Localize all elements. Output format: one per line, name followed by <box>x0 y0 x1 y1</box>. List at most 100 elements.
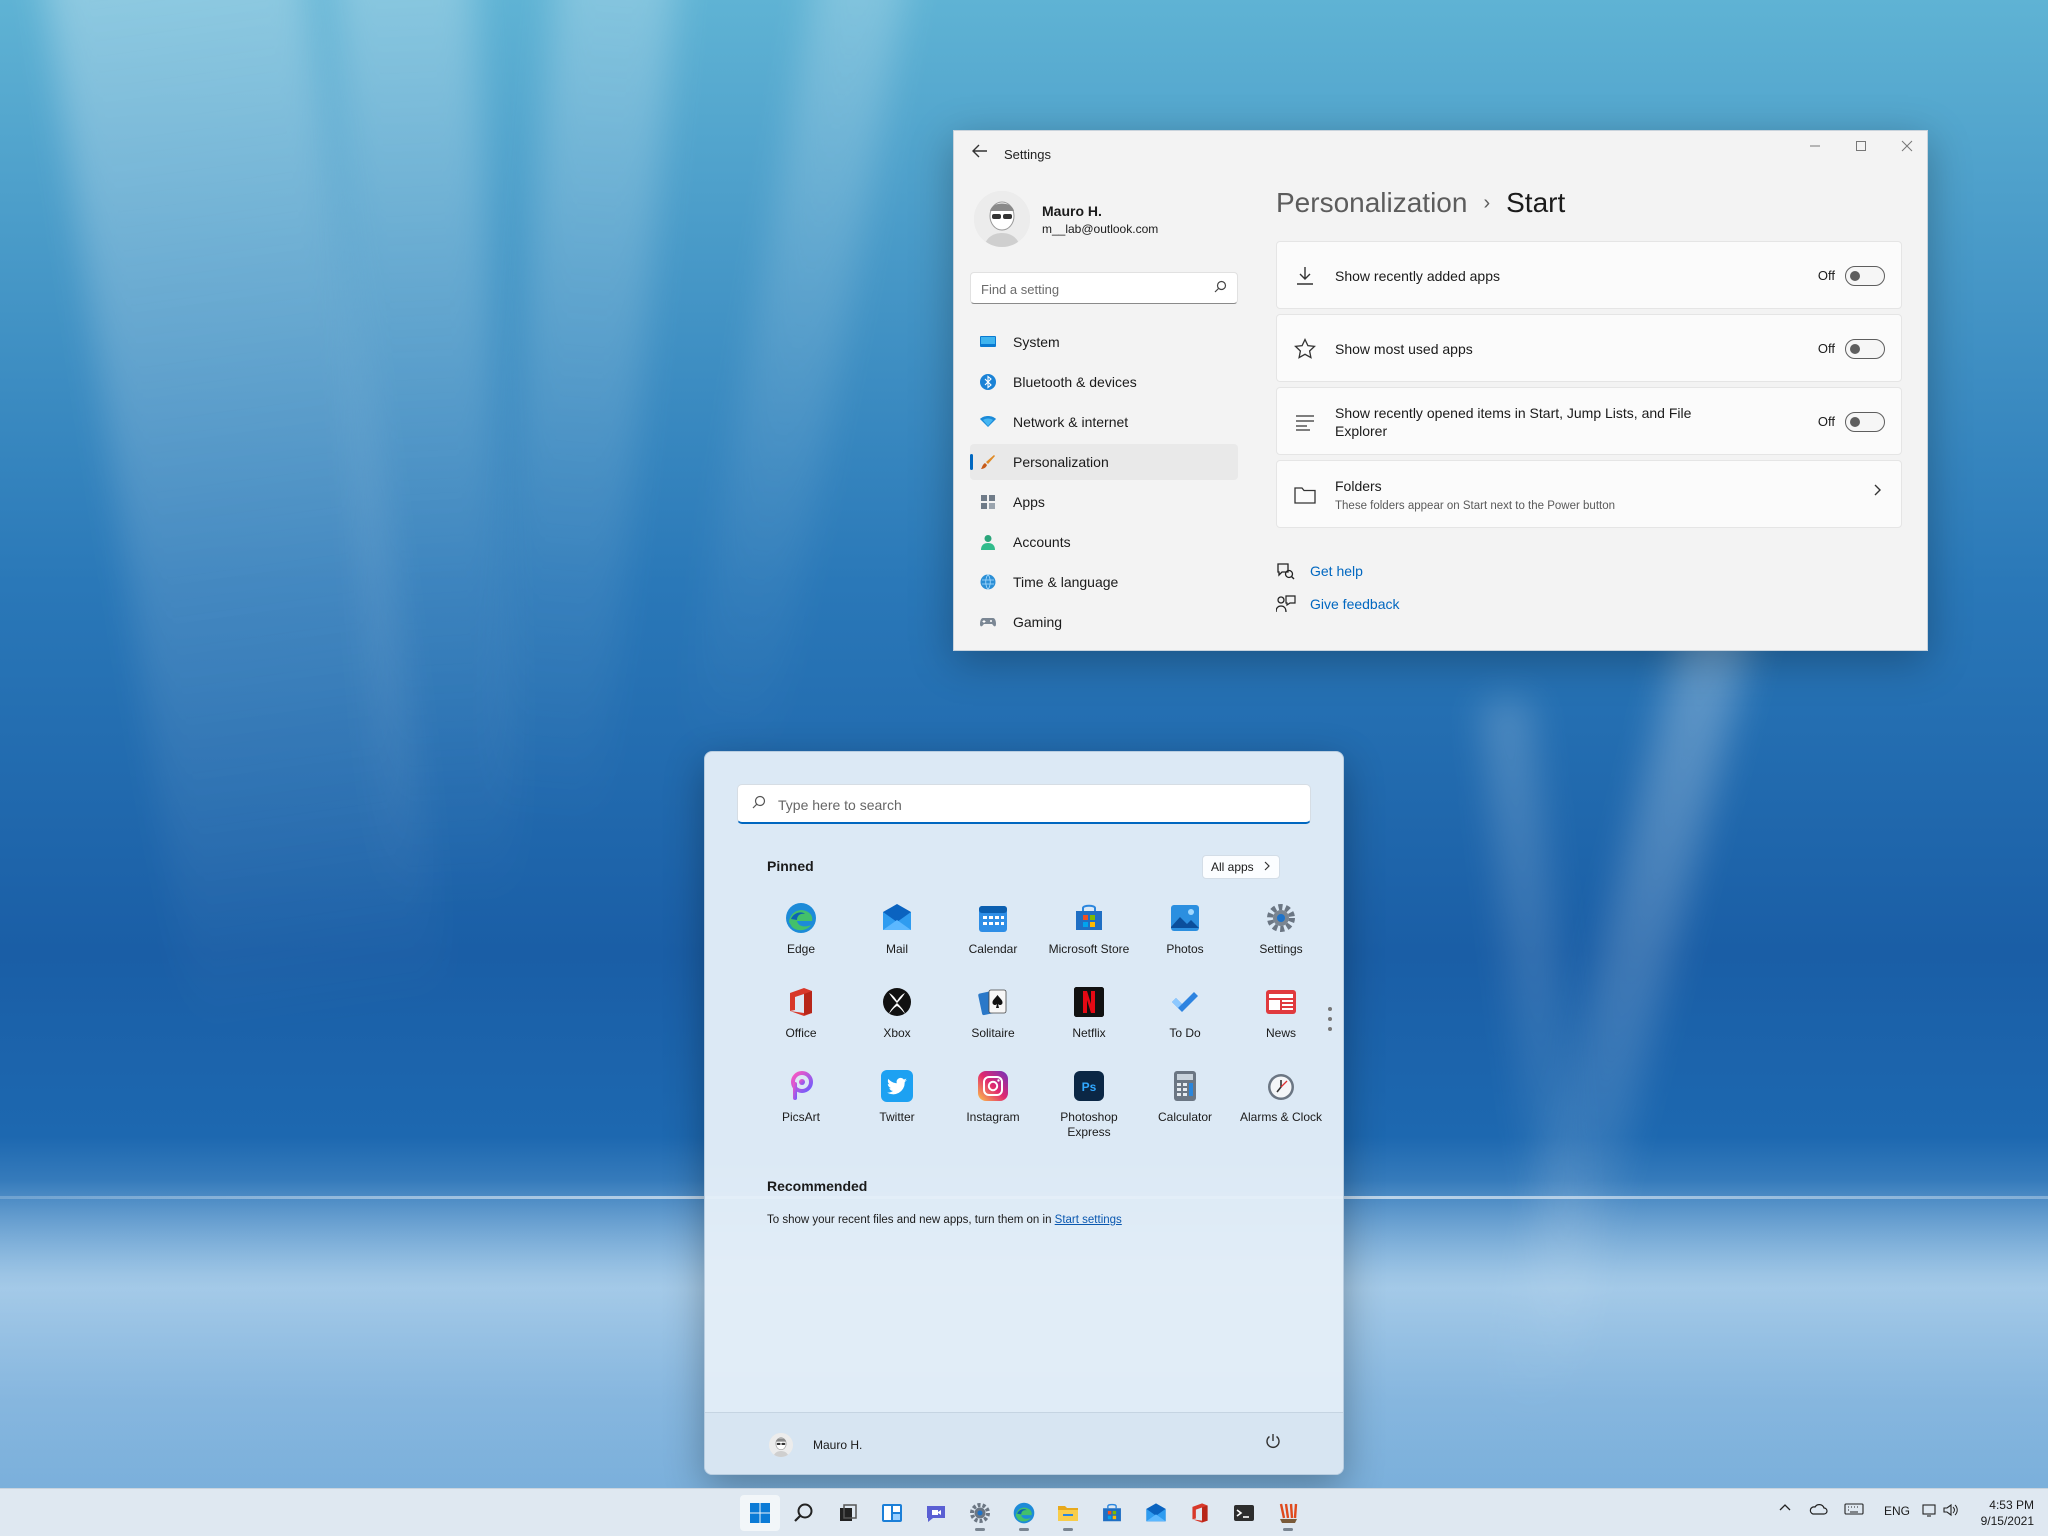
taskbar-store-button[interactable] <box>1092 1495 1132 1531</box>
close-button[interactable] <box>1887 139 1927 167</box>
settings-options: Show recently added apps Off Show most u… <box>1276 241 1902 533</box>
give-feedback-label: Give feedback <box>1310 596 1400 612</box>
clock-time: 4:53 PM <box>1989 1498 2034 1512</box>
taskbar-settings-button[interactable] <box>960 1495 1000 1531</box>
nav-item-time-language[interactable]: Time & language <box>970 564 1238 600</box>
pinned-app-alarms-clock[interactable]: Alarms & Clock <box>1233 1060 1329 1140</box>
nav-item-system[interactable]: System <box>970 324 1238 360</box>
find-setting-input[interactable] <box>981 279 1201 299</box>
start-settings-link[interactable]: Start settings <box>1055 1214 1122 1226</box>
taskbar-file-explorer-button[interactable] <box>1048 1495 1088 1531</box>
cloud-icon <box>1809 1504 1828 1515</box>
pinned-app-solitaire[interactable]: Solitaire <box>945 976 1041 1056</box>
app-label: News <box>1265 1026 1296 1040</box>
user-avatar[interactable] <box>769 1433 793 1457</box>
pinned-app-picsart[interactable]: PicsArt <box>753 1060 849 1140</box>
search-icon[interactable] <box>1214 280 1227 296</box>
taskbar-chat-button[interactable] <box>916 1495 956 1531</box>
twitter-icon <box>881 1070 913 1102</box>
nav-item-network[interactable]: Network & internet <box>970 404 1238 440</box>
gear-icon <box>1267 904 1295 932</box>
taskbar-task-view-button[interactable] <box>828 1495 868 1531</box>
taskbar-clock[interactable]: 4:53 PM 9/15/2021 <box>1981 1497 2034 1529</box>
volume-icon <box>1943 1503 1958 1517</box>
app-label: Settings <box>1259 942 1303 956</box>
network-volume-button[interactable] <box>1922 1502 1962 1521</box>
check-icon <box>1172 992 1198 1012</box>
taskbar-widgets-button[interactable] <box>872 1495 912 1531</box>
taskbar-terminal-button[interactable] <box>1224 1495 1264 1531</box>
pinned-app-edge[interactable]: Edge <box>753 892 849 972</box>
taskbar-search-button[interactable] <box>784 1495 824 1531</box>
pinned-app-twitter[interactable]: Twitter <box>849 1060 945 1140</box>
taskbar-edge-button[interactable] <box>1004 1495 1044 1531</box>
pinned-app-microsoft-store[interactable]: Microsoft Store <box>1041 892 1137 972</box>
breadcrumb-parent[interactable]: Personalization <box>1276 187 1467 218</box>
keyboard-icon <box>1844 1503 1864 1515</box>
taskbar-paint-button[interactable] <box>1268 1495 1308 1531</box>
start-footer: Mauro H. <box>705 1412 1343 1474</box>
pinned-app-mail[interactable]: Mail <box>849 892 945 972</box>
onedrive-button[interactable] <box>1808 1502 1828 1519</box>
file-explorer-icon <box>1058 1506 1078 1521</box>
get-help-label: Get help <box>1310 563 1363 579</box>
recently-opened-items-toggle[interactable] <box>1845 412 1885 432</box>
app-label: Office <box>785 1026 817 1040</box>
app-label: Alarms & Clock <box>1239 1110 1322 1124</box>
nav-item-personalization[interactable]: Personalization <box>970 444 1238 480</box>
page-dots[interactable] <box>1328 1007 1332 1037</box>
pinned-app-office[interactable]: Office <box>753 976 849 1056</box>
paint-icon <box>1279 1503 1298 1523</box>
maximize-button[interactable] <box>1841 139 1881 167</box>
recently-added-apps-toggle[interactable] <box>1845 266 1885 286</box>
nav-item-accounts[interactable]: Accounts <box>970 524 1238 560</box>
touch-keyboard-button[interactable] <box>1844 1502 1864 1519</box>
pinned-app-to-do[interactable]: To Do <box>1137 976 1233 1056</box>
bluetooth-icon <box>980 374 996 390</box>
user-profile[interactable]: Mauro H. m__lab@outlook.com <box>974 191 1234 251</box>
minimize-button[interactable] <box>1795 139 1835 167</box>
pinned-app-settings[interactable]: Settings <box>1233 892 1329 972</box>
user-name[interactable]: Mauro H. <box>813 1438 862 1452</box>
pinned-app-news[interactable]: News <box>1233 976 1329 1056</box>
toggle-state: Off <box>1817 414 1835 429</box>
nav-item-gaming[interactable]: Gaming <box>970 604 1238 640</box>
clock-date: 9/15/2021 <box>1980 1514 2034 1528</box>
pinned-app-photoshop-express[interactable]: Ps Photoshop Express <box>1041 1060 1137 1140</box>
taskbar-office-button[interactable] <box>1180 1495 1220 1531</box>
window-title: Settings <box>1004 147 1051 162</box>
netflix-icon <box>1074 987 1104 1017</box>
chat-icon <box>927 1506 945 1522</box>
list-icon <box>1296 415 1314 431</box>
nav-item-apps[interactable]: Apps <box>970 484 1238 520</box>
power-button[interactable] <box>1261 1433 1285 1457</box>
pinned-app-calculator[interactable]: Calculator <box>1137 1060 1233 1140</box>
mail-icon <box>1146 1503 1166 1522</box>
power-icon <box>1266 1434 1280 1448</box>
taskbar-start-button[interactable] <box>740 1495 780 1531</box>
all-apps-button[interactable]: All apps <box>1202 855 1280 879</box>
taskbar-mail-button[interactable] <box>1136 1495 1176 1531</box>
download-icon <box>1297 267 1313 285</box>
option-folders[interactable]: Folders These folders appear on Start nex… <box>1276 460 1902 528</box>
language-indicator[interactable]: ENG <box>1884 1504 1910 1518</box>
profile-email: m__lab@outlook.com <box>1042 222 1159 236</box>
nav-label: Personalization <box>1013 454 1109 470</box>
pinned-app-instagram[interactable]: Instagram <box>945 1060 1041 1140</box>
globe-clock-icon <box>980 574 996 590</box>
instagram-icon <box>978 1071 1008 1101</box>
pinned-app-calendar[interactable]: Calendar <box>945 892 1041 972</box>
pinned-app-xbox[interactable]: Xbox <box>849 976 945 1056</box>
show-hidden-icons-button[interactable] <box>1778 1501 1792 1515</box>
pinned-app-netflix[interactable]: Netflix <box>1041 976 1137 1056</box>
most-used-apps-toggle[interactable] <box>1845 339 1885 359</box>
photoshop-icon: Ps <box>1074 1071 1104 1101</box>
pinned-app-photos[interactable]: Photos <box>1137 892 1233 972</box>
nav-item-bluetooth[interactable]: Bluetooth & devices <box>970 364 1238 400</box>
chevron-right-icon <box>1873 483 1883 502</box>
nav-label: Accounts <box>1013 534 1071 550</box>
app-label: Photoshop Express <box>1060 1110 1118 1139</box>
back-button[interactable] <box>966 143 994 165</box>
nav-label: Bluetooth & devices <box>1013 374 1137 390</box>
start-search-input[interactable] <box>778 795 1278 815</box>
